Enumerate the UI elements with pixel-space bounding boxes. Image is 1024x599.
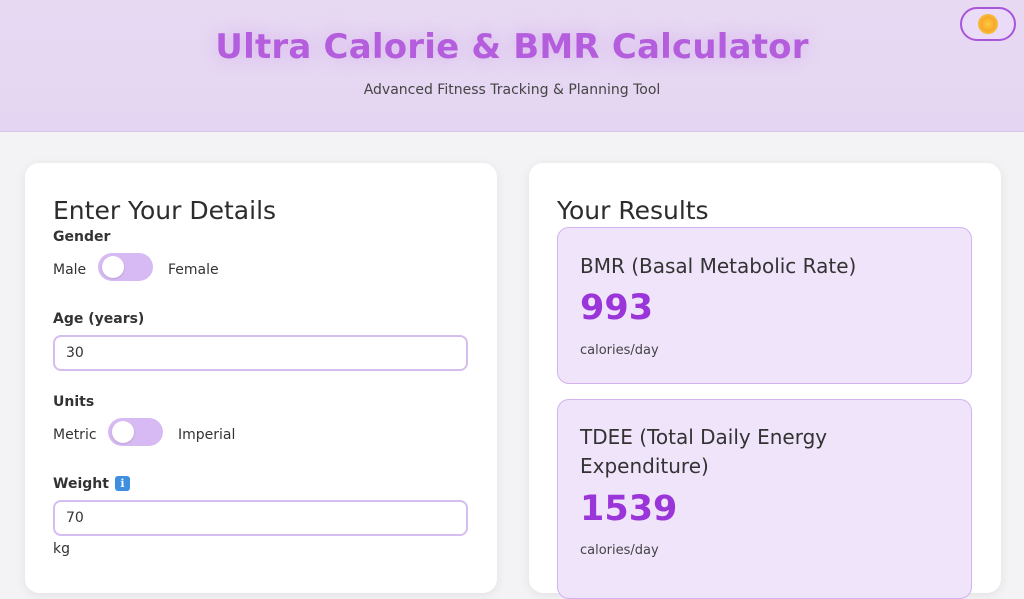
tdee-title: TDEE (Total Daily Energy Expenditure) bbox=[580, 425, 828, 478]
gender-toggle-knob bbox=[102, 256, 124, 278]
units-option-imperial: Imperial bbox=[178, 427, 236, 443]
age-label: Age (years) bbox=[53, 311, 145, 327]
results-card: Your Results BMR (Basal Metabolic Rate) … bbox=[529, 163, 1001, 599]
tdee-result-box: TDEE (Total Daily Energy Expenditure) 15… bbox=[557, 399, 972, 599]
bmr-value: 993 bbox=[580, 288, 654, 328]
bmr-unit: calories/day bbox=[580, 343, 659, 358]
info-icon[interactable]: i bbox=[115, 476, 130, 491]
details-heading: Enter Your Details bbox=[53, 196, 277, 225]
tdee-value: 1539 bbox=[580, 489, 678, 529]
weight-label: Weight bbox=[53, 476, 109, 492]
gender-option-male: Male bbox=[53, 262, 87, 278]
details-card: Enter Your Details Gender Male Female Ag… bbox=[25, 163, 497, 593]
sun-icon bbox=[980, 16, 996, 32]
units-option-metric: Metric bbox=[53, 427, 97, 443]
units-label: Units bbox=[53, 394, 95, 410]
theme-toggle-button[interactable] bbox=[960, 7, 1016, 41]
gender-option-female: Female bbox=[168, 262, 219, 278]
weight-unit: kg bbox=[53, 541, 70, 557]
gender-toggle[interactable] bbox=[98, 253, 153, 281]
units-toggle[interactable] bbox=[108, 418, 163, 446]
bmr-title: BMR (Basal Metabolic Rate) bbox=[580, 254, 857, 278]
page-subtitle: Advanced Fitness Tracking & Planning Too… bbox=[363, 82, 661, 98]
tdee-unit: calories/day bbox=[580, 543, 659, 558]
bmr-result-box: BMR (Basal Metabolic Rate) 993 calories/… bbox=[557, 227, 972, 384]
results-heading: Your Results bbox=[557, 196, 709, 225]
age-input[interactable] bbox=[53, 335, 468, 371]
page-header: Ultra Calorie & BMR Calculator Advanced … bbox=[0, 0, 1024, 132]
gender-label: Gender bbox=[53, 229, 111, 245]
weight-input[interactable] bbox=[53, 500, 468, 536]
units-toggle-knob bbox=[112, 421, 134, 443]
page-title: Ultra Calorie & BMR Calculator bbox=[215, 27, 809, 67]
